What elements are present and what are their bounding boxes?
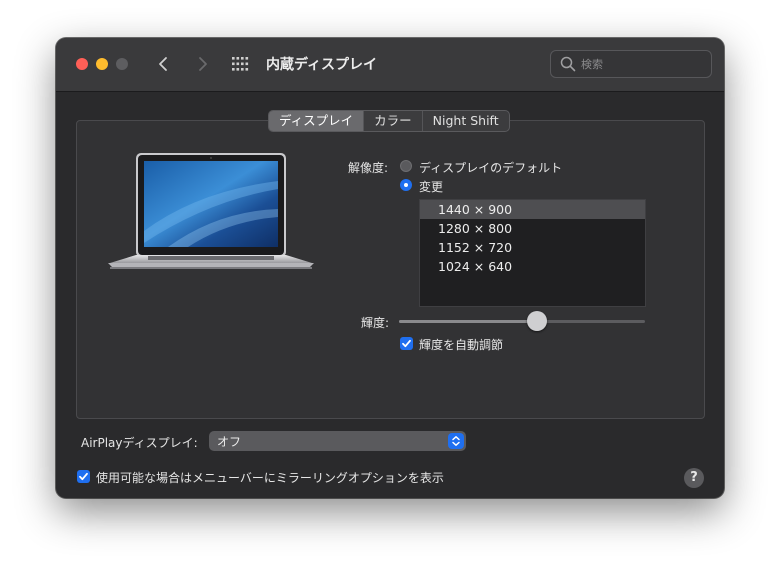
radio-default-label[interactable]: ディスプレイのデフォルト — [419, 159, 562, 176]
minimize-button[interactable] — [96, 58, 108, 70]
resolution-label: 解像度: — [348, 161, 389, 175]
resolution-item[interactable]: 1024 × 640 — [420, 257, 645, 276]
chevron-right-icon — [199, 57, 207, 71]
grid-icon — [232, 57, 249, 71]
macbook-air-image — [108, 153, 314, 269]
checkmark-icon — [402, 339, 411, 348]
radio-default-resolution[interactable] — [400, 160, 412, 172]
airplay-select-value: オフ — [217, 435, 242, 449]
search-input[interactable] — [581, 55, 701, 73]
search-field[interactable] — [550, 50, 712, 78]
tab-display[interactable]: ディスプレイ — [269, 111, 365, 131]
resolution-list[interactable]: 1440 × 900 1280 × 800 1152 × 720 1024 × … — [419, 199, 646, 307]
search-icon — [560, 56, 576, 72]
tab-night-shift[interactable]: Night Shift — [423, 111, 509, 131]
close-button[interactable] — [76, 58, 88, 70]
forward-button[interactable] — [191, 52, 213, 76]
radio-scaled-resolution[interactable] — [400, 179, 412, 191]
auto-brightness-label[interactable]: 輝度を自動調節 — [419, 336, 503, 353]
help-button[interactable]: ? — [684, 468, 704, 488]
show-all-button[interactable] — [231, 55, 249, 73]
airplay-label: AirPlayディスプレイ: — [81, 436, 198, 450]
resolution-item[interactable]: 1280 × 800 — [420, 219, 645, 238]
mirroring-option-checkbox[interactable] — [77, 470, 90, 483]
auto-brightness-checkbox[interactable] — [400, 337, 413, 350]
resolution-item[interactable]: 1152 × 720 — [420, 238, 645, 257]
brightness-label: 輝度: — [361, 316, 390, 330]
display-preferences-window: 内蔵ディスプレイ ディスプレイ カラー Night Shift — [56, 38, 724, 498]
segmented-tabs: ディスプレイ カラー Night Shift — [268, 110, 510, 132]
mirroring-option-label[interactable]: 使用可能な場合はメニューバーにミラーリングオプションを表示 — [96, 469, 444, 486]
checkmark-icon — [79, 472, 88, 481]
back-button[interactable] — [153, 52, 175, 76]
brightness-slider[interactable] — [399, 311, 645, 331]
window-title: 内蔵ディスプレイ — [266, 57, 378, 73]
chevron-left-icon — [159, 57, 167, 71]
select-arrows-icon — [448, 433, 464, 449]
brightness-slider-fill — [399, 320, 537, 323]
tab-color[interactable]: カラー — [364, 111, 423, 131]
brightness-slider-knob[interactable] — [527, 311, 547, 331]
zoom-button[interactable] — [116, 58, 128, 70]
radio-scaled-label[interactable]: 変更 — [419, 178, 443, 195]
airplay-select[interactable]: オフ — [209, 431, 466, 451]
resolution-item[interactable]: 1440 × 900 — [420, 200, 645, 219]
title-bar: 内蔵ディスプレイ — [56, 38, 724, 92]
